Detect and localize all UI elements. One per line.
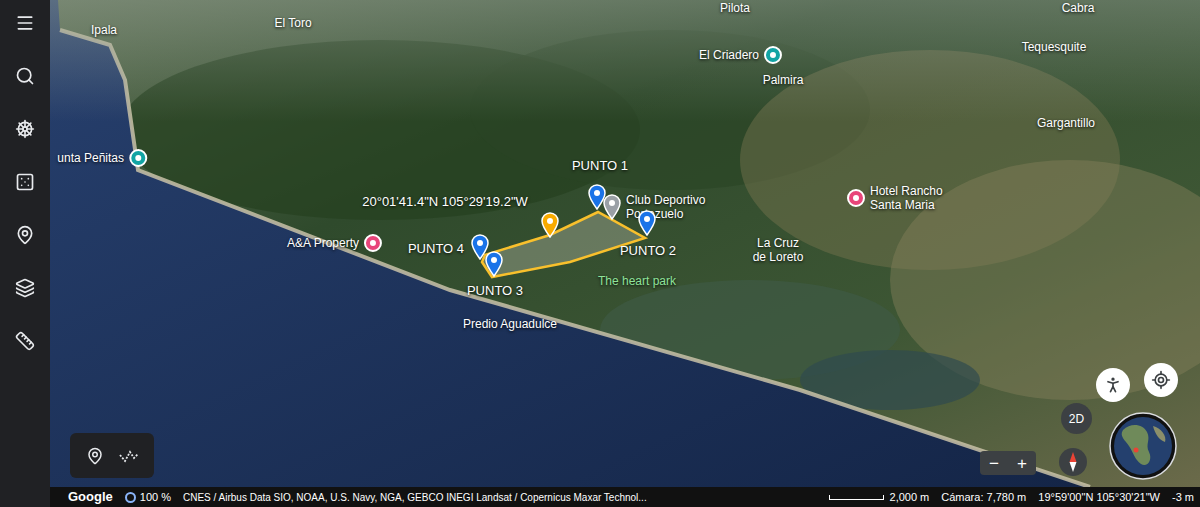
- placemark[interactable]: [485, 251, 503, 277]
- placemark-label: PUNTO 4: [408, 239, 464, 259]
- loading-ring-icon: [125, 492, 136, 503]
- map-place[interactable]: Predio Aguadulce: [463, 317, 557, 331]
- zoom-controls: −+: [980, 451, 1036, 475]
- placemark[interactable]: [588, 184, 606, 210]
- my-location-button[interactable]: [1144, 363, 1178, 397]
- map-place[interactable]: La Cruzde Loreto: [753, 236, 804, 264]
- placemark-icon[interactable]: [588, 184, 606, 210]
- place-label: Tequesquite: [1022, 40, 1087, 54]
- placemark-label: 20°01'41.4"N 105°29'19.2"W: [362, 192, 528, 212]
- poi-icon[interactable]: [847, 189, 865, 207]
- placemark[interactable]: [471, 234, 489, 260]
- place-label: Pilota: [720, 1, 750, 15]
- ruler-icon[interactable]: [15, 331, 35, 351]
- place-label: Club DeportivoPortezuelo: [626, 193, 705, 221]
- dice-icon[interactable]: [15, 172, 35, 192]
- elevation: -3 m: [1172, 489, 1194, 506]
- status-bar: Google 100 % CNES / Airbus Data SIO, NOAA,…: [50, 487, 1200, 507]
- place-label: Palmira: [763, 73, 804, 87]
- zoom-level: 100 %: [125, 489, 171, 506]
- place-label: Hotel RanchoSanta Maria: [870, 184, 943, 212]
- placemark-icon[interactable]: [541, 212, 559, 238]
- map-place[interactable]: Gargantillo: [1037, 116, 1095, 130]
- place-label: El Toro: [274, 16, 311, 30]
- poi-icon[interactable]: [764, 46, 782, 64]
- placemark-icon[interactable]: [638, 210, 656, 236]
- search-icon[interactable]: [15, 66, 35, 86]
- cursor-coordinates: 19°59'00"N 105°30'21"W: [1038, 489, 1160, 506]
- target-icon: [1151, 370, 1171, 390]
- projects-icon[interactable]: [15, 225, 35, 245]
- sidebar: [0, 0, 50, 507]
- placemark-label: PUNTO 1: [572, 156, 628, 176]
- globe-icon[interactable]: [1109, 412, 1177, 480]
- place-label: Gargantillo: [1037, 116, 1095, 130]
- placemark-label: PUNTO 2: [620, 241, 676, 261]
- map-place[interactable]: El Criadero: [699, 46, 782, 64]
- map-place[interactable]: El Toro: [274, 16, 311, 30]
- zoom-out-button[interactable]: −: [989, 455, 999, 472]
- placemark[interactable]: [638, 210, 656, 236]
- compass-icon[interactable]: [1058, 447, 1088, 477]
- pegman-icon: [1103, 375, 1123, 395]
- map-place[interactable]: Cabra: [1062, 1, 1095, 15]
- draw-path-icon[interactable]: [119, 449, 139, 463]
- placemark-icon[interactable]: [471, 234, 489, 260]
- view-toggle-button[interactable]: 2D: [1061, 403, 1092, 434]
- map-place[interactable]: A&A Property: [287, 234, 382, 252]
- google-earth-app: Pilota Cabra Ipala El Toro El Criadero Palmir…: [0, 0, 1200, 507]
- place-label: La Cruzde Loreto: [753, 236, 804, 264]
- place-label: The heart park: [598, 274, 676, 288]
- place-label: unta Peñitas: [57, 151, 124, 165]
- map-place[interactable]: Ipala: [91, 23, 117, 37]
- map-place[interactable]: Hotel RanchoSanta Maria: [847, 184, 943, 212]
- poi-icon[interactable]: [129, 149, 147, 167]
- placemark-icon[interactable]: [485, 251, 503, 277]
- main-area: Pilota Cabra Ipala El Toro El Criadero Palmir…: [50, 0, 1200, 507]
- map-place[interactable]: The heart park: [598, 274, 676, 288]
- menu-icon[interactable]: [15, 13, 35, 33]
- place-label: Cabra: [1062, 1, 1095, 15]
- place-label: El Criadero: [699, 48, 759, 62]
- add-placemark-icon[interactable]: [86, 447, 104, 465]
- scale: 2,000 m: [829, 489, 930, 506]
- google-logo: Google: [68, 487, 113, 507]
- map-place[interactable]: Tequesquite: [1022, 40, 1087, 54]
- poi-icon[interactable]: [364, 234, 382, 252]
- place-label: Predio Aguadulce: [463, 317, 557, 331]
- map-place[interactable]: Pilota: [720, 1, 750, 15]
- place-pin-icon[interactable]: [603, 194, 621, 220]
- voyager-icon[interactable]: [15, 119, 35, 139]
- place-label: Ipala: [91, 23, 117, 37]
- tools-box: [70, 433, 154, 478]
- zoom-in-button[interactable]: +: [1017, 455, 1027, 472]
- map-view[interactable]: Pilota Cabra Ipala El Toro El Criadero Palmir…: [50, 0, 1200, 487]
- placemark[interactable]: [541, 212, 559, 238]
- layers-icon[interactable]: [15, 278, 35, 298]
- pegman-button[interactable]: [1096, 368, 1130, 402]
- place-label: A&A Property: [287, 236, 359, 250]
- scale-bar: [829, 495, 884, 500]
- placemark-label: PUNTO 3: [467, 281, 523, 301]
- attribution: CNES / Airbus Data SIO, NOAA, U.S. Navy,…: [183, 490, 647, 505]
- camera-altitude: Cámara: 7,780 m: [941, 489, 1026, 506]
- map-place[interactable]: Palmira: [763, 73, 804, 87]
- map-place[interactable]: unta Peñitas: [57, 149, 147, 167]
